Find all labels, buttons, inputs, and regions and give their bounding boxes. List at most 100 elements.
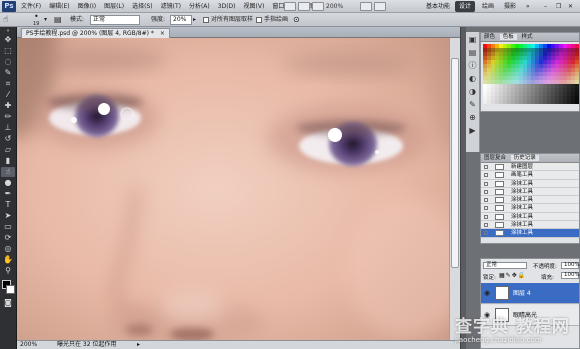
workspace-essentials[interactable]: 基本功能 [422, 1, 454, 12]
history-item-selected[interactable]: 涂抹工具 [481, 229, 579, 238]
tab-history[interactable]: 历史记录 [510, 155, 539, 161]
eyedropper-tool-icon[interactable]: ⁄ [1, 90, 15, 100]
menu-layer[interactable]: 图层(L) [100, 0, 128, 13]
history-item[interactable]: 涂抹工具 [481, 204, 579, 213]
panel-grip-icon[interactable]: » [1, 28, 15, 34]
opacity-input[interactable]: 100% [561, 262, 580, 269]
layer-name[interactable]: 眼睛高光 [513, 305, 537, 326]
close-icon[interactable]: ✕ [564, 1, 577, 12]
swatch-cell[interactable] [575, 100, 579, 104]
smudge-tool-icon[interactable]: ☝ [1, 167, 15, 177]
history-item[interactable]: 涂抹工具 [481, 179, 579, 188]
tab-layer-comps[interactable]: 图层复合 [481, 155, 509, 161]
arrange-documents-button[interactable] [360, 2, 372, 11]
lasso-tool-icon[interactable]: ◌ [1, 57, 15, 67]
menu-3d[interactable]: 3D(D) [214, 0, 240, 13]
document-tab[interactable]: PS手绘教程.psd @ 200% (图层 4, RGB/8#) * × [21, 28, 170, 38]
bridge-button[interactable] [284, 2, 296, 11]
path-selection-tool-icon[interactable]: ➤ [1, 211, 15, 221]
vertical-scrollbar[interactable] [449, 38, 460, 340]
menu-image[interactable]: 图像(I) [74, 0, 100, 13]
workspace-more-icon[interactable]: » [522, 1, 534, 12]
3d-camera-tool-icon[interactable]: ◎ [1, 244, 15, 254]
background-color[interactable] [6, 285, 15, 294]
smudge-tool-preset-icon[interactable]: ☝ [3, 13, 8, 27]
type-tool-icon[interactable]: T [1, 200, 15, 210]
status-zoom[interactable]: 200% [20, 341, 37, 349]
navigator-icon[interactable]: ▣ [467, 34, 479, 45]
zoom-level[interactable]: 200% [326, 2, 358, 11]
history-item[interactable]: 画笔工具 [481, 171, 579, 180]
view-extras-button[interactable] [312, 2, 324, 11]
menu-filter[interactable]: 滤镜(T) [157, 0, 185, 13]
adjustments-icon[interactable]: ◐ [467, 73, 479, 84]
move-tool-icon[interactable]: ✥ [1, 35, 15, 45]
tab-color[interactable]: 颜色 [481, 34, 498, 40]
screen-mode-button[interactable] [374, 2, 386, 11]
menu-analysis[interactable]: 分析(A) [185, 0, 214, 13]
eraser-tool-icon[interactable]: ▱ [1, 145, 15, 155]
layer-thumbnail [495, 286, 509, 300]
dodge-tool-icon[interactable]: ● [1, 178, 15, 188]
info-icon[interactable]: ⓘ [467, 60, 479, 71]
tab-styles[interactable]: 样式 [519, 34, 536, 40]
mode-select[interactable]: 正常 [90, 15, 140, 25]
healing-brush-tool-icon[interactable]: ✚ [1, 101, 15, 111]
crop-tool-icon[interactable]: ⌗ [1, 79, 15, 89]
clone-stamp-tool-icon[interactable]: ⊥ [1, 123, 15, 133]
quick-mask-icon[interactable]: ◙ [1, 298, 15, 308]
blend-mode-select[interactable]: 正常 [483, 262, 527, 269]
history-item[interactable]: 新建图层 [481, 163, 579, 172]
minimize-icon[interactable]: – [540, 1, 551, 12]
history-item[interactable]: 涂抹工具 [481, 187, 579, 197]
visibility-eye-icon[interactable]: ◉ [483, 289, 491, 297]
brush-presets-icon[interactable]: ✎ [467, 99, 479, 110]
fill-input[interactable]: 100% [561, 272, 580, 279]
sample-all-layers-checkbox[interactable]: 对所有图层取样 [203, 13, 253, 27]
tab-swatches[interactable]: 色板 [499, 34, 517, 40]
strength-input[interactable]: 20% [170, 15, 192, 25]
clone-source-icon[interactable]: ⊕ [467, 112, 479, 123]
close-icon[interactable]: × [160, 30, 165, 37]
shape-tool-icon[interactable]: ▭ [1, 222, 15, 232]
pressure-tablet-icon[interactable]: ⊙ [293, 13, 300, 27]
mini-bridge-button[interactable] [298, 2, 310, 11]
actions-icon[interactable]: ▶ [467, 125, 479, 136]
visibility-eye-icon[interactable]: ◉ [483, 311, 491, 319]
workspace-photography[interactable]: 摄影 [500, 1, 520, 12]
status-menu-arrow-icon[interactable]: ▸ [137, 341, 140, 349]
history-brush-tool-icon[interactable]: ↺ [1, 134, 15, 144]
brush-tool-icon[interactable]: ✏ [1, 112, 15, 122]
zoom-tool-icon[interactable]: ⚲ [1, 266, 15, 276]
chevron-right-icon[interactable]: ▸ [193, 13, 196, 27]
layer-row[interactable]: ◉ 眼睛高光 [481, 305, 579, 326]
chevron-down-icon[interactable]: ▾ [44, 13, 47, 27]
finger-painting-checkbox[interactable]: 手指绘画 [256, 13, 288, 27]
menu-view[interactable]: 视图(V) [240, 0, 269, 13]
workspace-design[interactable]: 设计 [455, 1, 476, 12]
pen-tool-icon[interactable]: ✒ [1, 189, 15, 199]
history-item[interactable]: 涂抹工具 [481, 212, 579, 222]
histogram-icon[interactable]: ▤ [467, 47, 479, 58]
history-item[interactable]: 涂抹工具 [481, 196, 579, 205]
menu-file[interactable]: 文件(F) [17, 0, 45, 13]
masks-icon[interactable]: ◑ [467, 86, 479, 97]
history-item[interactable]: 涂抹工具 [481, 221, 579, 230]
layer-name[interactable]: 图层 4 [513, 283, 531, 304]
layer-row-selected[interactable]: ◉ 图层 4 [481, 283, 579, 304]
scrollbar-thumb[interactable] [451, 58, 459, 268]
menu-edit[interactable]: 编辑(E) [45, 0, 73, 13]
gradient-tool-icon[interactable]: ▮ [1, 156, 15, 166]
hand-tool-icon[interactable]: ✋ [1, 255, 15, 265]
brush-panel-toggle-icon[interactable]: ▤ [54, 13, 62, 27]
opacity-label: 不透明度: [533, 264, 557, 270]
3d-rotate-tool-icon[interactable]: ⟳ [1, 233, 15, 243]
marquee-tool-icon[interactable]: ⬚ [1, 46, 15, 56]
workspace-painting[interactable]: 绘画 [478, 1, 498, 12]
menu-select[interactable]: 选择(S) [128, 0, 157, 13]
lock-icons[interactable]: ▦✎✥🔒 [499, 272, 526, 279]
swatch-grid[interactable] [481, 42, 579, 106]
document-canvas[interactable] [17, 38, 460, 340]
quick-selection-tool-icon[interactable]: ✎ [1, 68, 15, 78]
color-swatches[interactable] [0, 279, 16, 297]
